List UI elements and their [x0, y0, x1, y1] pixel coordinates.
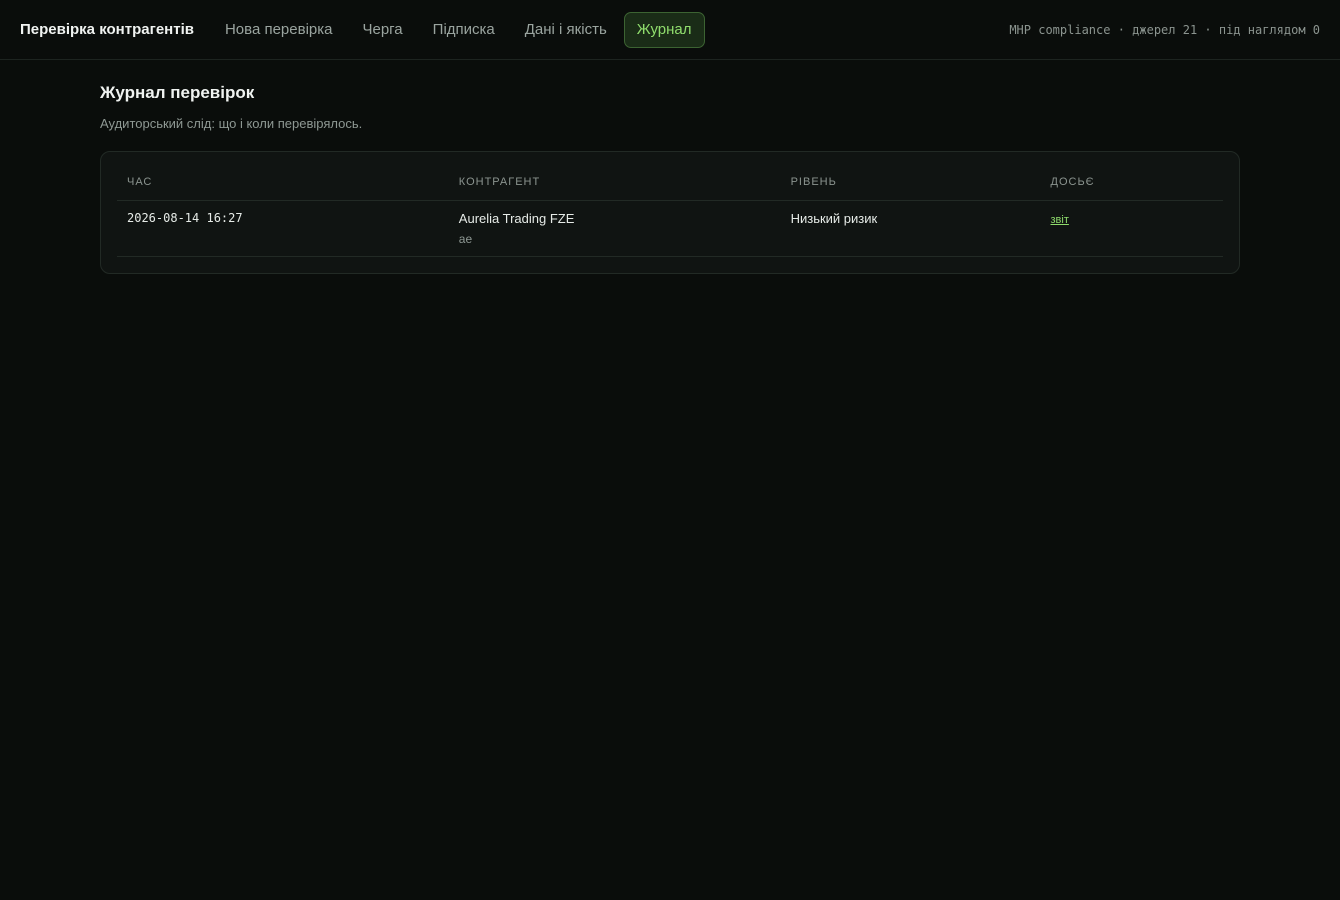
- row-counterparty-name: Aurelia Trading FZE: [458, 211, 575, 226]
- row-counterparty-country: ae: [458, 232, 473, 246]
- row-risk-level: Низький ризик: [780, 200, 1041, 257]
- nav-subscription[interactable]: Підписка: [420, 12, 508, 48]
- table-row: 2026-08-14 16:27 Aurelia Trading FZE ae …: [117, 200, 1223, 257]
- column-dossier: ДОСЬЄ: [1040, 168, 1223, 201]
- row-dossier-cell: звіт: [1040, 200, 1223, 257]
- nav-journal[interactable]: Журнал: [623, 11, 705, 48]
- nav-data-quality[interactable]: Дані і якість: [512, 12, 620, 48]
- main-nav: Нова перевірка Черга Підписка Дані і які…: [212, 11, 705, 48]
- column-time: ЧАС: [117, 168, 449, 201]
- journal-table: ЧАС КОНТРАГЕНТ РІВЕНЬ ДОСЬЄ 2026-08-14 1…: [117, 168, 1223, 257]
- row-time: 2026-08-14 16:27: [117, 200, 449, 257]
- row-counterparty-cell: Aurelia Trading FZE ae: [448, 200, 781, 257]
- report-link[interactable]: звіт: [1051, 214, 1069, 226]
- app-title: Перевірка контрагентів: [20, 21, 194, 38]
- top-navigation-bar: Перевірка контрагентів Нова перевірка Че…: [0, 0, 1340, 60]
- main-content: Журнал перевірок Аудиторський слід: що і…: [0, 60, 1340, 296]
- page-subtitle: Аудиторський слід: що і коли перевірялос…: [100, 116, 363, 131]
- nav-new-check[interactable]: Нова перевірка: [212, 12, 346, 48]
- table-header-row: ЧАС КОНТРАГЕНТ РІВЕНЬ ДОСЬЄ: [117, 168, 1223, 201]
- column-level: РІВЕНЬ: [780, 168, 1041, 201]
- column-counterparty: КОНТРАГЕНТ: [448, 168, 781, 201]
- nav-queue[interactable]: Черга: [349, 12, 415, 48]
- page-title: Журнал перевірок: [100, 83, 255, 102]
- status-summary: МНР compliance · джерел 21 · під наглядо…: [1009, 22, 1320, 37]
- journal-card: ЧАС КОНТРАГЕНТ РІВЕНЬ ДОСЬЄ 2026-08-14 1…: [100, 151, 1240, 274]
